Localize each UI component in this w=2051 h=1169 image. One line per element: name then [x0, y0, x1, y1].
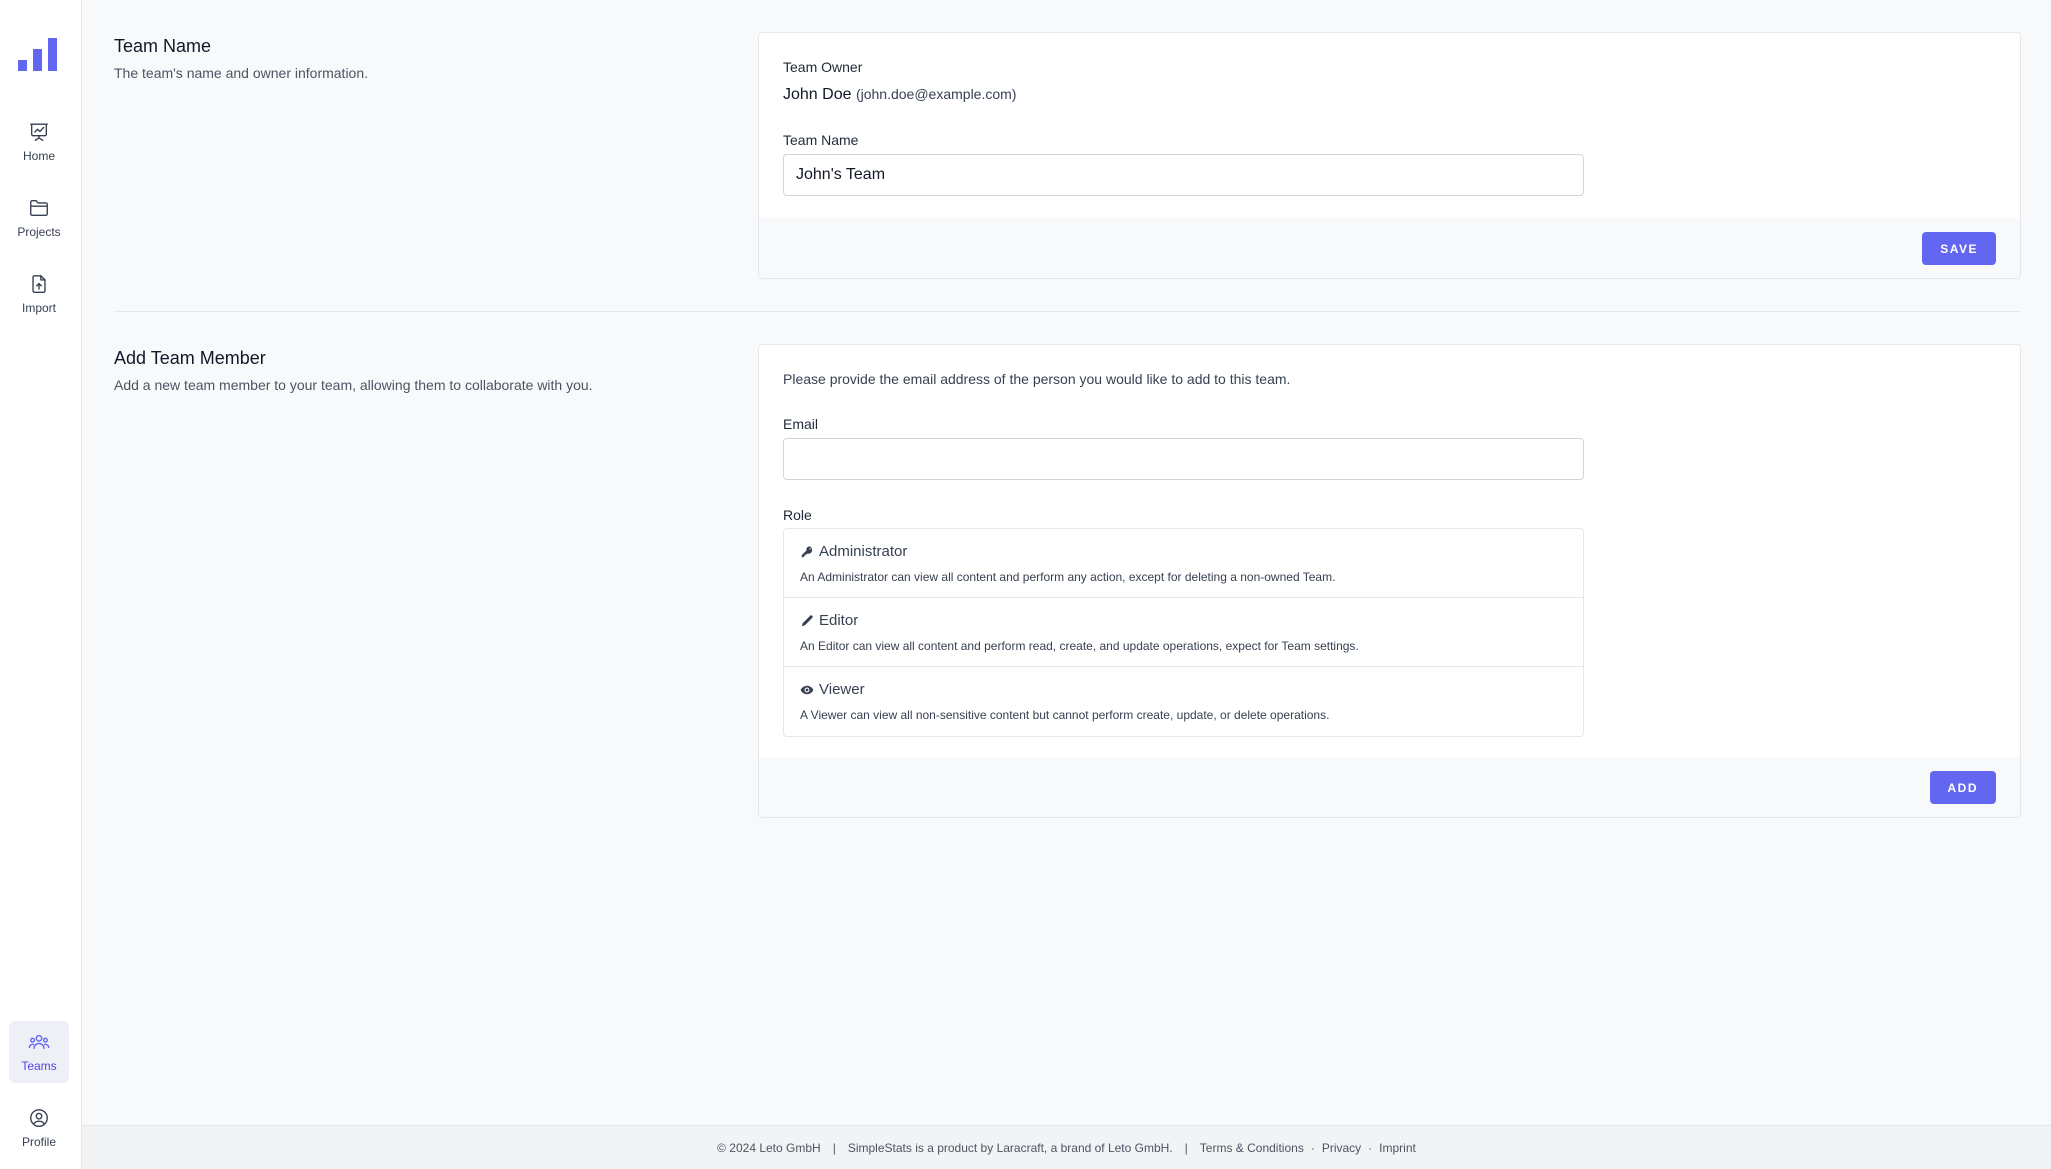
email-input[interactable] — [783, 438, 1584, 480]
section-description: Add a new team member to your team, allo… — [114, 377, 593, 393]
role-description: A Viewer can view all non-sensitive cont… — [800, 708, 1330, 722]
nav-item-import[interactable]: Import — [9, 263, 69, 325]
section-description: The team's name and owner information. — [114, 65, 369, 81]
pencil-icon — [801, 614, 813, 626]
nav-label-projects: Projects — [17, 225, 61, 239]
team-name-card: Team Owner John Doe (john.doe@example.co… — [758, 32, 2021, 279]
team-owner-info: John Doe (john.doe@example.com) — [783, 86, 1016, 104]
role-list: Administrator An Administrator can view … — [783, 528, 1584, 737]
email-label: Email — [783, 416, 819, 432]
role-option-editor[interactable]: Editor An Editor can view all content an… — [784, 598, 1583, 667]
footer-tagline: SimpleStats is a product by Laracraft, a… — [847, 1140, 1173, 1155]
role-option-administrator[interactable]: Administrator An Administrator can view … — [784, 529, 1583, 598]
role-name: Viewer — [819, 681, 865, 698]
nav-item-home[interactable]: Home — [9, 111, 69, 173]
folder-icon — [30, 199, 48, 217]
nav-item-teams[interactable]: Teams — [9, 1021, 69, 1083]
role-option-viewer[interactable]: Viewer A Viewer can view all non-sensiti… — [784, 667, 1583, 736]
footer-copyright: © 2024 Leto GmbH — [717, 1140, 821, 1155]
footer-dot: · — [1310, 1140, 1315, 1155]
team-name-input[interactable] — [783, 154, 1584, 196]
section-divider — [114, 311, 2021, 312]
footer-separator: | — [832, 1140, 836, 1155]
role-label: Role — [783, 507, 812, 523]
footer-link-imprint[interactable]: Imprint — [1379, 1141, 1416, 1155]
user-circle-icon — [30, 1109, 48, 1127]
nav-label-import: Import — [21, 301, 56, 315]
footer-link-privacy[interactable]: Privacy — [1322, 1141, 1361, 1155]
add-member-card-footer: ADD — [759, 757, 2020, 817]
nav-item-profile[interactable]: Profile — [9, 1097, 69, 1159]
save-button[interactable]: SAVE — [1922, 232, 1996, 265]
role-description: An Administrator can view all content an… — [800, 570, 1336, 584]
team-name-section-header: Team Name The team's name and owner info… — [114, 36, 368, 81]
add-button[interactable]: ADD — [1929, 771, 1996, 804]
add-member-card: Please provide the email address of the … — [758, 344, 2021, 818]
role-name: Administrator — [819, 543, 908, 560]
section-title: Add Team Member — [114, 348, 266, 368]
team-owner-label: Team Owner — [783, 59, 863, 75]
eye-icon — [800, 685, 814, 694]
footer-separator: | — [1184, 1140, 1188, 1155]
team-owner-name: John Doe — [783, 86, 852, 103]
footer-dot: · — [1368, 1140, 1373, 1155]
presentation-chart-icon — [30, 123, 48, 141]
document-upload-icon — [32, 275, 46, 293]
sidebar: Home Projects Import Teams Profile — [0, 0, 82, 1169]
team-name-label: Team Name — [783, 132, 859, 148]
user-group-icon — [28, 1034, 50, 1050]
add-member-section-header: Add Team Member Add a new team member to… — [114, 348, 593, 393]
section-title: Team Name — [114, 36, 212, 56]
role-name: Editor — [819, 612, 859, 629]
nav-label-home: Home — [22, 149, 55, 163]
nav-label-profile: Profile — [21, 1135, 56, 1149]
add-member-intro: Please provide the email address of the … — [783, 371, 1291, 387]
simplestats-logo-icon[interactable] — [18, 38, 60, 71]
team-name-card-footer: SAVE — [759, 218, 2020, 278]
nav-item-projects[interactable]: Projects — [9, 187, 69, 249]
footer-link-terms[interactable]: Terms & Conditions — [1200, 1141, 1304, 1155]
nav-label-teams: Teams — [21, 1059, 57, 1073]
team-owner-email: (john.doe@example.com) — [855, 86, 1017, 102]
page-footer: © 2024 Leto GmbH | SimpleStats is a prod… — [82, 1125, 2051, 1169]
key-icon — [801, 545, 813, 557]
role-description: An Editor can view all content and perfo… — [800, 639, 1359, 653]
